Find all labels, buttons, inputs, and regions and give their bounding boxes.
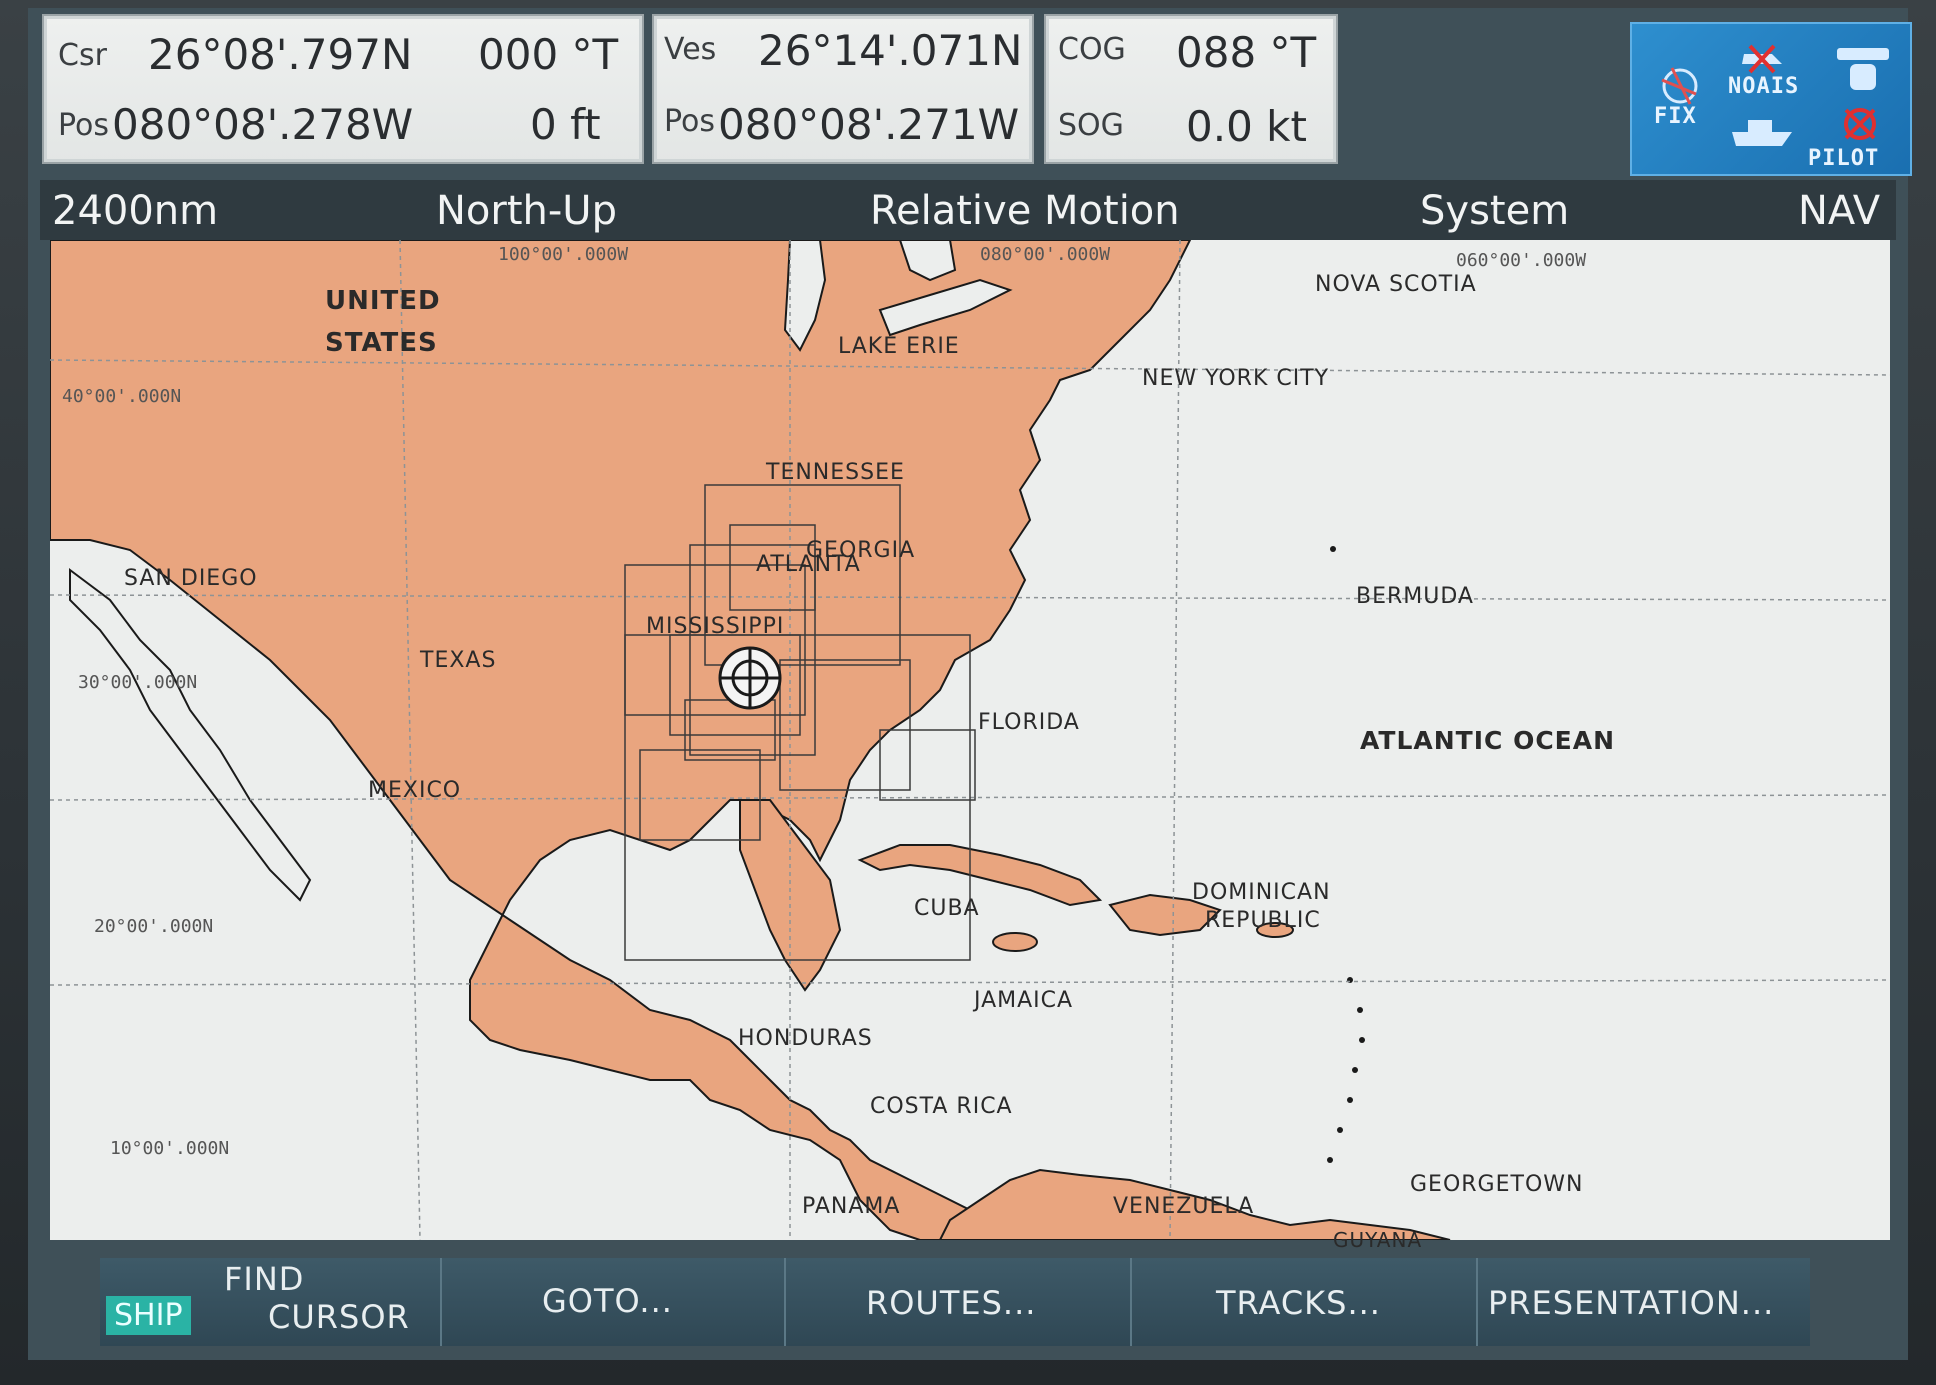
label-panama: PANAMA (802, 1194, 901, 1219)
find-label: FIND (224, 1260, 305, 1298)
label-atlanta: ATLANTA (756, 552, 861, 577)
boat-icon (1732, 120, 1792, 146)
label-honduras: HONDURAS (738, 1026, 873, 1051)
cursor-range: 0 ft (530, 100, 601, 149)
cursor-option[interactable]: CURSOR (268, 1298, 410, 1336)
fix-status-panel[interactable]: FIX NOAIS PILOT (1630, 22, 1912, 176)
cog-value: 088 °T (1176, 28, 1317, 77)
jamaica-island (992, 932, 1038, 952)
cursor-bearing: 000 °T (478, 30, 619, 79)
system-mode[interactable]: System (1420, 188, 1569, 234)
grid-label-lat-40: 40°00'.000N (62, 386, 182, 407)
label-states: STATES (325, 328, 438, 358)
label-atlantic-ocean: ATLANTIC OCEAN (1360, 726, 1616, 755)
goto-label: GOTO... (542, 1282, 673, 1320)
label-cuba: CUBA (914, 896, 980, 921)
grid-label-lat-30: 30°00'.000N (78, 672, 198, 693)
cursor-longitude: 080°08'.278W (112, 100, 414, 149)
bermuda-dot (1330, 546, 1336, 552)
cursor-data-box: Csr 26°08'.797N 000 °T Pos 080°08'.278W … (42, 14, 644, 164)
routes-label: ROUTES... (866, 1284, 1037, 1322)
label-costa-rica: COSTA RICA (870, 1094, 1013, 1119)
vessel-longitude: 080°08'.271W (718, 100, 1020, 149)
pilot-label: PILOT (1808, 146, 1880, 171)
fix-label: FIX (1654, 104, 1697, 129)
pilot-off-icon (1844, 108, 1876, 140)
label-republic: REPUBLIC (1205, 908, 1321, 933)
softkey-bar: FIND SHIP CURSOR GOTO... ROUTES... TRACK… (100, 1258, 1810, 1346)
grid-label-lat-20: 20°00'.000N (94, 916, 214, 937)
cog-label: COG (1058, 32, 1126, 67)
goto-softkey[interactable]: GOTO... (442, 1258, 786, 1346)
label-mexico: MEXICO (368, 778, 462, 803)
tracks-softkey[interactable]: TRACKS... (1132, 1258, 1478, 1346)
cursor-latitude: 26°08'.797N (148, 30, 413, 79)
presentation-softkey[interactable]: PRESENTATION... (1478, 1258, 1810, 1346)
noais-label: NOAIS (1728, 74, 1800, 99)
label-georgetown: GEORGETOWN (1410, 1172, 1584, 1197)
ais-off-icon (1742, 44, 1782, 74)
vessel-data-box: Ves 26°14'.071N Pos 080°08'.271W (652, 14, 1034, 164)
vessel-pos-label: Pos (664, 104, 716, 139)
nautical-chart[interactable]: 100°00'.000W 080°00'.000W 060°00'.000W 4… (50, 240, 1890, 1252)
cursor-pos-label: Pos (58, 108, 110, 143)
label-guyana: GUYANA (1333, 1228, 1423, 1252)
chart-status-bar: 2400nm North-Up Relative Motion System N… (40, 180, 1896, 240)
routes-softkey[interactable]: ROUTES... (786, 1258, 1132, 1346)
gps-satellite-icon (1661, 67, 1698, 105)
grid-label-lon-080: 080°00'.000W (980, 244, 1111, 265)
label-lake-erie: LAKE ERIE (838, 334, 960, 359)
label-nova-scotia: NOVA SCOTIA (1315, 272, 1477, 297)
label-jamaica: JAMAICA (974, 988, 1074, 1013)
label-florida: FLORIDA (978, 710, 1080, 735)
sog-label: SOG (1058, 108, 1124, 143)
label-san-diego: SAN DIEGO (124, 566, 258, 591)
presentation-label: PRESENTATION... (1488, 1284, 1775, 1322)
orientation-mode[interactable]: North-Up (436, 188, 617, 234)
label-venezuela: VENEZUELA (1113, 1194, 1255, 1219)
find-ship-cursor-softkey[interactable]: FIND SHIP CURSOR (100, 1258, 442, 1346)
grid-label-lat-10: 10°00'.000N (110, 1138, 230, 1159)
label-tennessee: TENNESSEE (766, 460, 905, 485)
csr-label: Csr (58, 38, 107, 73)
grid-label-lon-060: 060°00'.000W (1456, 250, 1587, 271)
vessel-latitude: 26°14'.071N (758, 26, 1023, 75)
sog-value: 0.0 kt (1186, 102, 1307, 151)
label-new-york-city: NEW YORK CITY (1142, 366, 1330, 391)
ves-label: Ves (664, 32, 717, 67)
radar-antenna-icon (1837, 48, 1889, 90)
ship-option[interactable]: SHIP (106, 1296, 191, 1335)
chart-range[interactable]: 2400nm (52, 188, 218, 234)
motion-mode[interactable]: Relative Motion (870, 188, 1180, 234)
grid-label-lon-100: 100°00'.000W (498, 244, 629, 265)
vessel-position-marker[interactable] (718, 646, 782, 710)
label-bermuda: BERMUDA (1356, 584, 1474, 609)
course-data-box: COG 088 °T SOG 0.0 kt (1044, 14, 1338, 164)
label-united: UNITED (325, 286, 441, 316)
label-mississippi: MISSISSIPPI (646, 614, 785, 639)
tracks-label: TRACKS... (1216, 1284, 1381, 1322)
label-texas: TEXAS (420, 648, 497, 673)
label-dominican: DOMINICAN (1192, 880, 1331, 905)
nav-mode[interactable]: NAV (1798, 188, 1880, 234)
